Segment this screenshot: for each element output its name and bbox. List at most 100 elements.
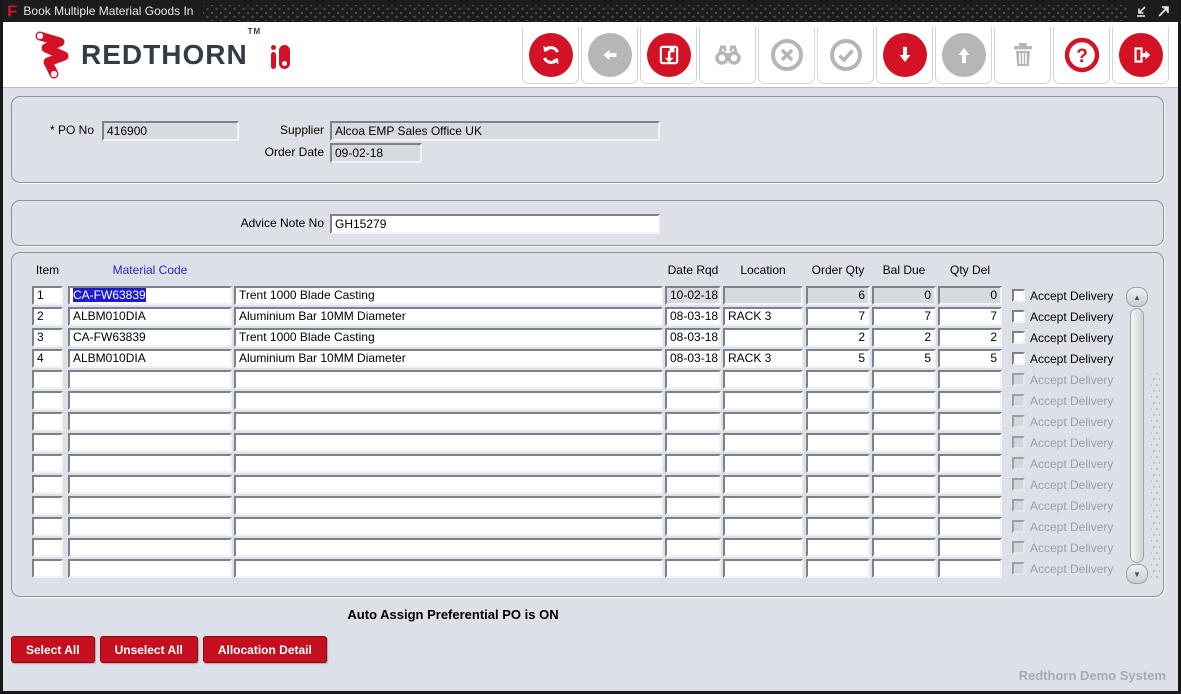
order-qty-cell[interactable] bbox=[806, 412, 870, 431]
date-rqd-cell[interactable] bbox=[665, 412, 721, 431]
help-button[interactable]: ? bbox=[1053, 27, 1110, 84]
qty-del-cell[interactable] bbox=[938, 412, 1002, 431]
order-qty-cell[interactable] bbox=[806, 433, 870, 452]
description-cell[interactable] bbox=[234, 538, 663, 557]
material-code-cell[interactable]: ALBM010DIA bbox=[68, 349, 232, 368]
item-cell[interactable] bbox=[32, 391, 63, 410]
order-qty-cell[interactable] bbox=[806, 496, 870, 515]
find-button[interactable] bbox=[699, 27, 756, 84]
ok-button[interactable] bbox=[817, 27, 874, 84]
material-code-cell[interactable] bbox=[68, 370, 232, 389]
material-code-cell[interactable]: CA-FW63839 bbox=[68, 286, 232, 305]
date-rqd-cell[interactable] bbox=[665, 538, 721, 557]
location-cell[interactable] bbox=[723, 370, 803, 389]
material-code-cell[interactable] bbox=[68, 391, 232, 410]
bal-due-cell[interactable] bbox=[872, 538, 936, 557]
location-cell[interactable]: RACK 3 bbox=[723, 349, 803, 368]
goods-in-button[interactable] bbox=[876, 27, 933, 84]
description-cell[interactable] bbox=[234, 475, 663, 494]
order-qty-cell[interactable] bbox=[806, 517, 870, 536]
description-cell[interactable] bbox=[234, 454, 663, 473]
bal-due-cell[interactable]: 5 bbox=[872, 349, 936, 368]
scrollbar-thumb[interactable] bbox=[1130, 308, 1144, 563]
location-cell[interactable] bbox=[723, 538, 803, 557]
date-rqd-cell[interactable] bbox=[665, 559, 721, 578]
material-code-cell[interactable] bbox=[68, 496, 232, 515]
bal-due-cell[interactable]: 2 bbox=[872, 328, 936, 347]
qty-del-cell[interactable] bbox=[938, 475, 1002, 494]
date-rqd-cell[interactable] bbox=[665, 496, 721, 515]
order-qty-cell[interactable] bbox=[806, 538, 870, 557]
description-cell[interactable]: Trent 1000 Blade Casting bbox=[234, 328, 663, 347]
description-cell[interactable] bbox=[234, 370, 663, 389]
date-rqd-cell[interactable] bbox=[665, 391, 721, 410]
item-cell[interactable] bbox=[32, 538, 63, 557]
qty-del-cell[interactable]: 5 bbox=[938, 349, 1002, 368]
save-button[interactable] bbox=[640, 27, 697, 84]
accept-delivery-checkbox[interactable] bbox=[1012, 331, 1025, 344]
qty-del-cell[interactable] bbox=[938, 496, 1002, 515]
material-code-cell[interactable] bbox=[68, 559, 232, 578]
qty-del-cell[interactable] bbox=[938, 391, 1002, 410]
material-code-cell[interactable]: ALBM010DIA bbox=[68, 307, 232, 326]
date-rqd-cell[interactable]: 08-03-18 bbox=[665, 349, 721, 368]
description-cell[interactable] bbox=[234, 517, 663, 536]
order-qty-cell[interactable] bbox=[806, 391, 870, 410]
location-cell[interactable]: RACK 3 bbox=[723, 307, 803, 326]
item-cell[interactable]: 2 bbox=[32, 307, 63, 326]
bal-due-cell[interactable]: 7 bbox=[872, 307, 936, 326]
item-cell[interactable] bbox=[32, 412, 63, 431]
bal-due-cell[interactable] bbox=[872, 454, 936, 473]
location-cell[interactable] bbox=[723, 475, 803, 494]
unselect-all-button[interactable]: Unselect All bbox=[100, 636, 198, 663]
date-rqd-cell[interactable]: 08-03-18 bbox=[665, 307, 721, 326]
date-rqd-cell[interactable] bbox=[665, 454, 721, 473]
material-code-cell[interactable] bbox=[68, 454, 232, 473]
location-cell[interactable] bbox=[723, 517, 803, 536]
item-cell[interactable] bbox=[32, 517, 63, 536]
date-rqd-cell[interactable] bbox=[665, 517, 721, 536]
select-all-button[interactable]: Select All bbox=[11, 636, 95, 663]
order-qty-cell[interactable] bbox=[806, 475, 870, 494]
location-cell[interactable] bbox=[723, 454, 803, 473]
accept-delivery-checkbox[interactable] bbox=[1012, 352, 1025, 365]
accept-delivery-checkbox[interactable] bbox=[1012, 289, 1025, 302]
order-qty-cell[interactable] bbox=[806, 559, 870, 578]
description-cell[interactable] bbox=[234, 559, 663, 578]
material-code-cell[interactable] bbox=[68, 412, 232, 431]
item-cell[interactable] bbox=[32, 475, 63, 494]
item-cell[interactable]: 1 bbox=[32, 286, 63, 305]
exit-button[interactable] bbox=[1112, 27, 1169, 84]
qty-del-cell[interactable] bbox=[938, 559, 1002, 578]
allocation-detail-button[interactable]: Allocation Detail bbox=[203, 636, 327, 663]
bal-due-cell[interactable] bbox=[872, 517, 936, 536]
delete-button[interactable] bbox=[994, 27, 1051, 84]
qty-del-cell[interactable]: 7 bbox=[938, 307, 1002, 326]
description-cell[interactable]: Aluminium Bar 10MM Diameter bbox=[234, 307, 663, 326]
bal-due-cell[interactable] bbox=[872, 370, 936, 389]
description-cell[interactable]: Aluminium Bar 10MM Diameter bbox=[234, 349, 663, 368]
bal-due-cell[interactable] bbox=[872, 391, 936, 410]
location-cell[interactable] bbox=[723, 433, 803, 452]
qty-del-cell[interactable] bbox=[938, 370, 1002, 389]
col-header-material-code[interactable]: Material Code bbox=[68, 263, 232, 277]
refresh-button[interactable] bbox=[522, 27, 579, 84]
qty-del-cell[interactable] bbox=[938, 538, 1002, 557]
order-qty-cell[interactable]: 7 bbox=[806, 307, 870, 326]
material-code-cell[interactable] bbox=[68, 538, 232, 557]
bal-due-cell[interactable] bbox=[872, 412, 936, 431]
material-code-cell[interactable] bbox=[68, 433, 232, 452]
date-rqd-cell[interactable] bbox=[665, 433, 721, 452]
cancel-button[interactable] bbox=[758, 27, 815, 84]
scroll-up-button[interactable]: ▲ bbox=[1126, 287, 1148, 307]
item-cell[interactable] bbox=[32, 370, 63, 389]
description-cell[interactable] bbox=[234, 391, 663, 410]
qty-del-cell[interactable] bbox=[938, 433, 1002, 452]
scroll-down-button[interactable]: ▼ bbox=[1126, 564, 1148, 584]
location-cell[interactable] bbox=[723, 328, 803, 347]
item-cell[interactable] bbox=[32, 559, 63, 578]
location-cell[interactable] bbox=[723, 559, 803, 578]
accept-delivery-checkbox[interactable] bbox=[1012, 310, 1025, 323]
description-cell[interactable]: Trent 1000 Blade Casting bbox=[234, 286, 663, 305]
location-cell[interactable] bbox=[723, 412, 803, 431]
